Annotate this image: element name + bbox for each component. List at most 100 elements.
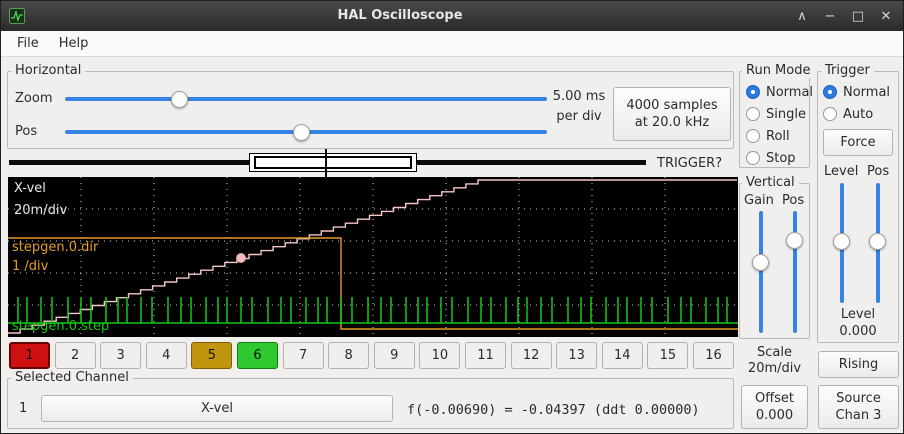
zoom-slider-handle[interactable]	[171, 91, 188, 108]
run-mode-options: Normal Single Roll Stop	[746, 85, 813, 165]
channel-button-5[interactable]: 5	[191, 342, 232, 369]
pos-slider-handle[interactable]	[293, 124, 310, 141]
force-button-label: Force	[840, 134, 875, 151]
gain-slider-handle[interactable]	[752, 254, 769, 271]
window-title: HAL Oscilloscope	[1, 1, 799, 31]
selected-channel-frame-label: Selected Channel	[11, 370, 133, 385]
channel-button-11[interactable]: 11	[465, 342, 506, 369]
offset-line2: 0.000	[756, 407, 793, 424]
per-div-value: 5.00 ms	[549, 89, 609, 104]
scope-ch1-name: X-vel	[14, 182, 46, 196]
scope-waveform-svg	[8, 177, 738, 337]
channel-button-14[interactable]: 14	[602, 342, 643, 369]
horizontal-frame-label: Horizontal	[11, 63, 85, 78]
record-view-window-inner	[254, 156, 412, 169]
trigger-level-caption: Level	[817, 307, 899, 322]
selected-channel-number: 1	[19, 401, 27, 416]
offset-line1: Offset	[755, 390, 794, 407]
run-mode-option-stop[interactable]: Stop	[746, 151, 813, 165]
titlebar: HAL Oscilloscope ∧ − □ ✕	[1, 1, 903, 31]
menubar: File Help	[1, 31, 903, 57]
channel-button-4[interactable]: 4	[146, 342, 187, 369]
zoom-label: Zoom	[15, 91, 52, 106]
offset-button[interactable]: Offset 0.000	[741, 385, 808, 429]
trigger-marker-dot	[237, 254, 246, 263]
channel-button-13[interactable]: 13	[556, 342, 597, 369]
channel-button-16[interactable]: 16	[693, 342, 734, 369]
vertical-pos-col-label: Pos	[782, 193, 804, 208]
gain-slider-track[interactable]	[759, 211, 763, 333]
source-line1: Source	[836, 390, 881, 407]
run-mode-option-roll[interactable]: Roll	[746, 129, 813, 143]
source-line2: Chan 3	[836, 407, 882, 424]
pos-label: Pos	[15, 124, 37, 139]
radio-checked-icon[interactable]	[823, 85, 837, 99]
channel-button-7[interactable]: 7	[283, 342, 324, 369]
vertical-frame-label: Vertical	[742, 175, 799, 190]
menu-help[interactable]: Help	[49, 33, 99, 54]
window: HAL Oscilloscope ∧ − □ ✕ File Help Horiz…	[0, 0, 904, 434]
channel-button-15[interactable]: 15	[647, 342, 688, 369]
run-mode-option-label: Stop	[766, 151, 796, 166]
trigger-options: Normal Auto	[823, 85, 890, 121]
scale-caption: Scale	[739, 345, 810, 360]
channel-button-3[interactable]: 3	[100, 342, 141, 369]
trigger-option-auto[interactable]: Auto	[823, 107, 890, 121]
scope-ch6-name: stepgen.0.step	[12, 320, 109, 334]
channel-readout: f(-0.00690) = -0.04397 (ddt 0.00000)	[407, 402, 700, 418]
maximize-button[interactable]: □	[847, 5, 869, 27]
trigger-position-tick	[325, 149, 327, 177]
scale-value: 20m/div	[739, 361, 810, 376]
channel-name-button[interactable]: X-vel	[41, 395, 393, 422]
trigger-source-button[interactable]: Source Chan 3	[818, 385, 899, 429]
trigger-option-normal[interactable]: Normal	[823, 85, 890, 99]
radio-checked-icon[interactable]	[746, 85, 760, 99]
per-div-unit: per div	[549, 109, 609, 124]
scope-ch1-scale: 20m/div	[14, 204, 67, 218]
run-mode-option-normal[interactable]: Normal	[746, 85, 813, 99]
force-button[interactable]: Force	[823, 129, 893, 156]
channel-button-1[interactable]: 1	[9, 342, 50, 369]
trigger-pos-slider-handle[interactable]	[869, 233, 886, 250]
run-mode-option-label: Single	[766, 107, 806, 122]
channel-button-10[interactable]: 10	[419, 342, 460, 369]
scope-ch5-name: stepgen.0.dir	[12, 241, 98, 255]
samples-line2: at 20.0 kHz	[635, 114, 709, 131]
trigger-option-label: Normal	[843, 85, 890, 100]
channel-button-8[interactable]: 8	[328, 342, 369, 369]
vertical-pos-slider-track[interactable]	[793, 211, 797, 333]
rising-button[interactable]: Rising	[818, 351, 899, 378]
samples-line1: 4000 samples	[626, 97, 717, 114]
trigger-option-label: Auto	[843, 107, 873, 122]
channel-button-12[interactable]: 12	[511, 342, 552, 369]
trigger-level-value: 0.000	[817, 324, 899, 339]
radio-unchecked-icon[interactable]	[746, 151, 760, 165]
run-mode-option-label: Roll	[766, 129, 790, 144]
channel-button-6[interactable]: 6	[237, 342, 278, 369]
vertical-pos-slider-handle[interactable]	[786, 232, 803, 249]
gain-col-label: Gain	[744, 193, 774, 208]
shade-button[interactable]: ∧	[791, 5, 813, 27]
radio-unchecked-icon[interactable]	[823, 107, 837, 121]
scope-display	[8, 177, 738, 337]
trigger-level-slider-handle[interactable]	[833, 233, 850, 250]
trigger-question-label: TRIGGER?	[657, 156, 722, 171]
radio-unchecked-icon[interactable]	[746, 107, 760, 121]
run-mode-option-single[interactable]: Single	[746, 107, 813, 121]
scope-ch5-scale: 1 /div	[12, 260, 48, 274]
run-mode-option-label: Normal	[766, 85, 813, 100]
channel-name-label: X-vel	[201, 400, 233, 417]
close-button[interactable]: ✕	[875, 5, 897, 27]
minimize-button[interactable]: −	[819, 5, 841, 27]
trigger-pos-col-label: Pos	[867, 164, 889, 179]
menu-file[interactable]: File	[7, 33, 49, 54]
trigger-frame-label: Trigger	[821, 63, 874, 78]
radio-unchecked-icon[interactable]	[746, 129, 760, 143]
samples-button[interactable]: 4000 samples at 20.0 kHz	[613, 87, 731, 141]
run-mode-frame-label: Run Mode	[742, 63, 814, 78]
trigger-level-col-label: Level	[824, 164, 858, 179]
rising-button-label: Rising	[839, 356, 879, 373]
zoom-slider-track[interactable]	[65, 97, 547, 101]
channel-button-9[interactable]: 9	[374, 342, 415, 369]
channel-button-2[interactable]: 2	[55, 342, 96, 369]
